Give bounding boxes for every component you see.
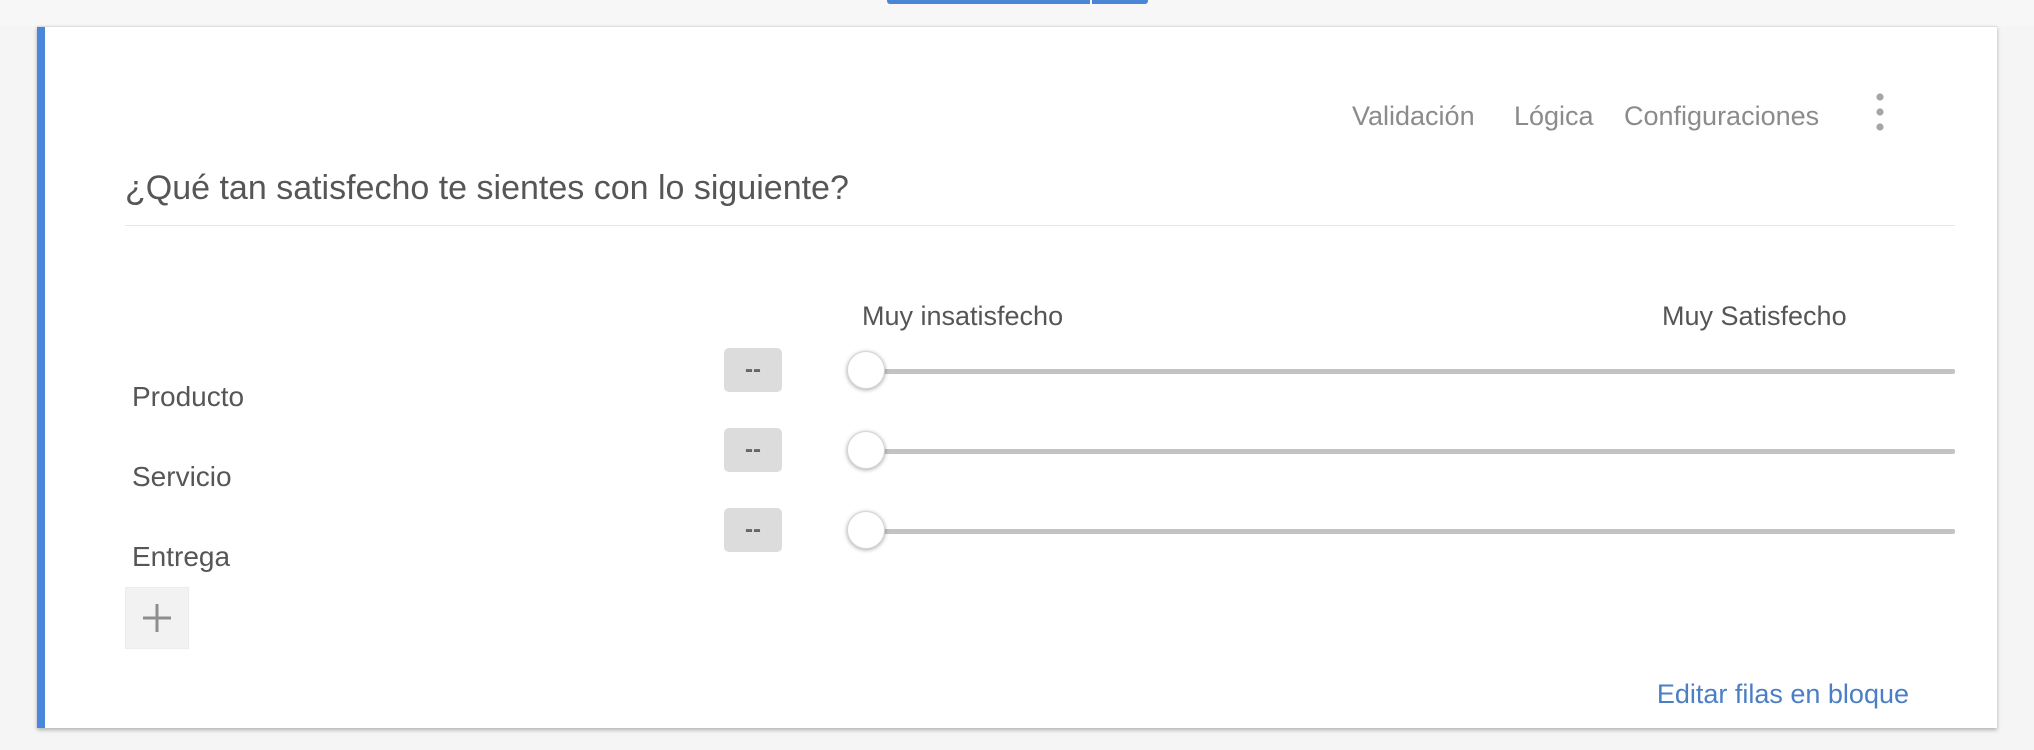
slider-thumb[interactable]	[847, 431, 885, 469]
top-tab-divider	[1090, 0, 1092, 4]
settings-link[interactable]: Configuraciones	[1624, 101, 1819, 132]
scale-min-label: Muy insatisfecho	[862, 301, 1064, 331]
slider-thumb[interactable]	[847, 511, 885, 549]
validation-link[interactable]: Validación	[1352, 101, 1475, 132]
plus-icon	[143, 604, 171, 632]
scale-max-label: Muy Satisfecho	[1662, 301, 1847, 331]
slider-track[interactable]	[855, 369, 1955, 374]
card-accent-bar	[37, 27, 45, 728]
slider-thumb[interactable]	[847, 351, 885, 389]
question-title[interactable]: ¿Qué tan satisfecho te sientes con lo si…	[125, 169, 849, 208]
add-row-button[interactable]	[125, 587, 189, 649]
top-tab-indicator[interactable]	[887, 0, 1148, 4]
bulk-edit-rows-link[interactable]: Editar filas en bloque	[1657, 679, 1909, 710]
row-label-servicio[interactable]: Servicio	[132, 461, 232, 493]
logic-link[interactable]: Lógica	[1514, 101, 1594, 132]
top-strip	[0, 0, 2034, 26]
slider-track[interactable]	[855, 529, 1955, 534]
title-divider	[125, 225, 1955, 226]
row-label-entrega[interactable]: Entrega	[132, 541, 230, 573]
question-card: Validación Lógica Configuraciones ¿Qué t…	[37, 26, 1997, 728]
row-value-badge: --	[724, 428, 782, 472]
row-value-badge: --	[724, 348, 782, 392]
row-label-producto[interactable]: Producto	[132, 381, 244, 413]
slider-producto[interactable]	[847, 351, 1955, 391]
row-value-badge: --	[724, 508, 782, 552]
slider-servicio[interactable]	[847, 431, 1955, 471]
slider-entrega[interactable]	[847, 511, 1955, 551]
slider-track[interactable]	[855, 449, 1955, 454]
more-vertical-icon[interactable]	[1869, 91, 1891, 135]
